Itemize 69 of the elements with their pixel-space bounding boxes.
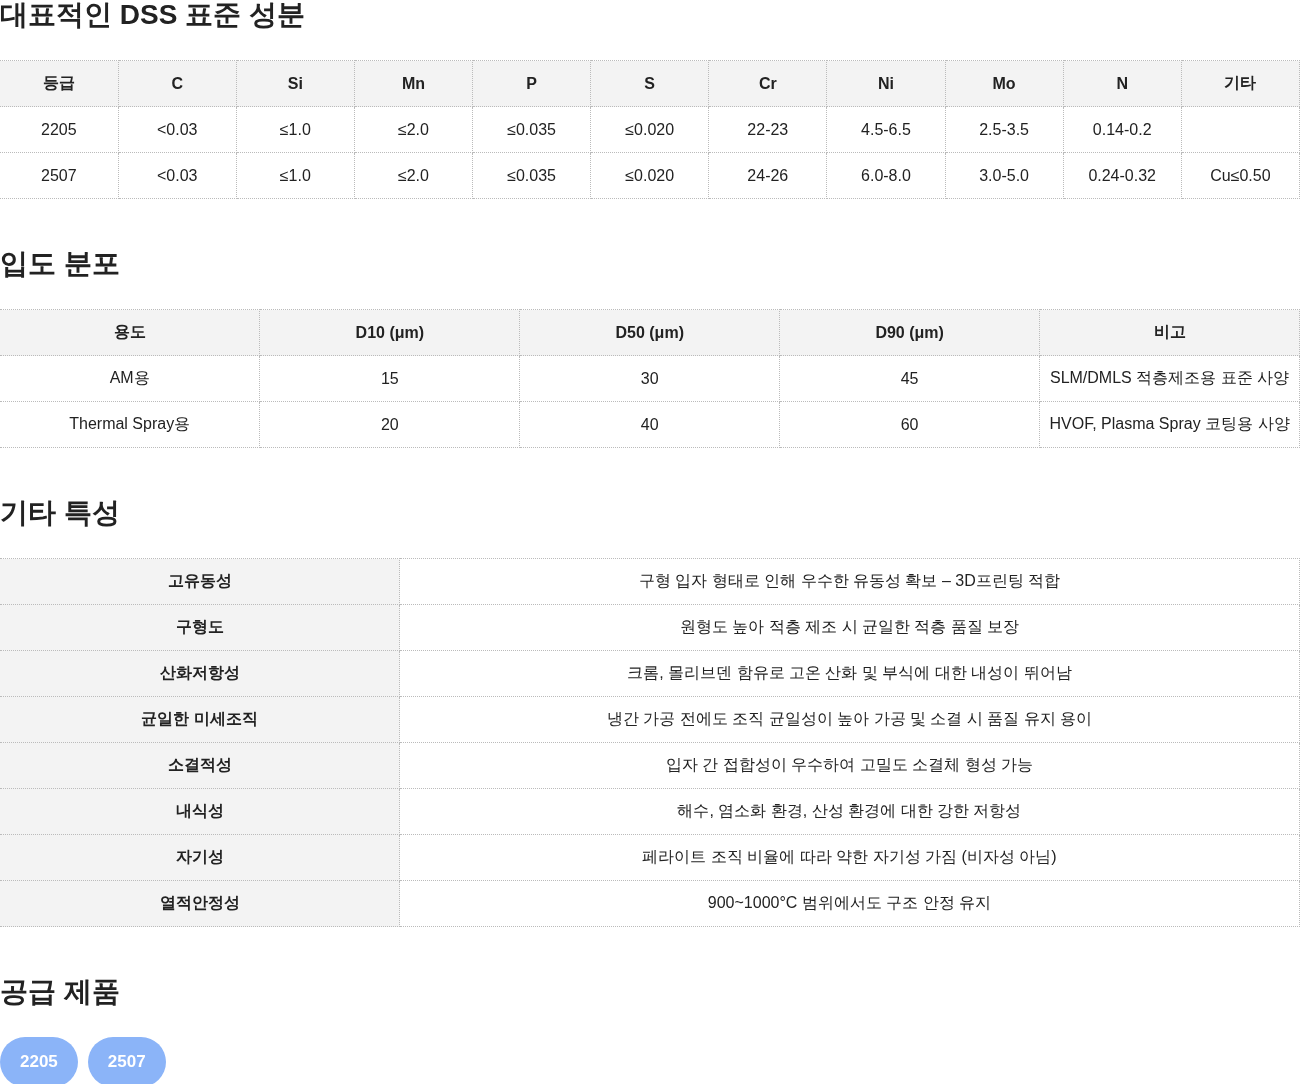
section-heading: 기타 특성 xyxy=(0,498,121,528)
table-cell: <0.03 xyxy=(118,152,237,199)
table-cell: 6.0-8.0 xyxy=(826,152,945,199)
product-tag[interactable]: 2205 xyxy=(0,1037,78,1084)
table-cell: 20 xyxy=(259,401,520,448)
column-header: Ni xyxy=(826,60,945,107)
table-cell: 40 xyxy=(519,401,780,448)
table-cell: 15 xyxy=(259,355,520,402)
table-cell: AM용 xyxy=(0,355,260,402)
table-cell: 60 xyxy=(779,401,1040,448)
column-header: Mo xyxy=(945,60,1064,107)
table-cell: 2507 xyxy=(0,152,119,199)
table-cell: Cu≤0.50 xyxy=(1181,152,1300,199)
column-header: N xyxy=(1063,60,1182,107)
table-cell: ≤0.035 xyxy=(472,152,591,199)
table-cell: 0.14-0.2 xyxy=(1063,106,1182,153)
section-heading: 입도 분포 xyxy=(0,249,121,279)
property-name: 내식성 xyxy=(0,788,400,835)
column-header: S xyxy=(590,60,709,107)
column-header: 비고 xyxy=(1039,309,1300,356)
table-cell: ≤0.020 xyxy=(590,106,709,153)
column-header: D50 (μm) xyxy=(519,309,780,356)
table-cell: 0.24-0.32 xyxy=(1063,152,1182,199)
property-value: 원형도 높아 적층 제조 시 균일한 적층 품질 보장 xyxy=(399,604,1300,651)
table-cell: ≤2.0 xyxy=(354,106,473,153)
property-name: 구형도 xyxy=(0,604,400,651)
table-cell: 4.5-6.5 xyxy=(826,106,945,153)
table-cell: HVOF, Plasma Spray 코팅용 사양 xyxy=(1039,401,1300,448)
table-cell: ≤0.020 xyxy=(590,152,709,199)
product-tag[interactable]: 2507 xyxy=(87,1037,166,1084)
property-value: 900~1000°C 범위에서도 구조 안정 유지 xyxy=(399,880,1300,927)
table-cell: 45 xyxy=(779,355,1040,402)
property-value: 입자 간 접합성이 우수하여 고밀도 소결체 형성 가능 xyxy=(399,742,1300,789)
table-cell: 3.0-5.0 xyxy=(945,152,1064,199)
property-value: 크롬, 몰리브덴 함유로 고온 산화 및 부식에 대한 내성이 뛰어남 xyxy=(399,650,1300,697)
table-cell: Thermal Spray용 xyxy=(0,401,260,448)
column-header: P xyxy=(472,60,591,107)
table-cell: 2205 xyxy=(0,106,119,153)
table-cell: SLM/DMLS 적층제조용 표준 사양 xyxy=(1039,355,1300,402)
property-name: 열적안정성 xyxy=(0,880,400,927)
property-value: 냉간 가공 전에도 조직 균일성이 높아 가공 및 소결 시 품질 유지 용이 xyxy=(399,696,1300,743)
column-header: Cr xyxy=(708,60,827,107)
property-value: 구형 입자 형태로 인해 우수한 유동성 확보 – 3D프린팅 적합 xyxy=(399,558,1300,605)
property-name: 산화저항성 xyxy=(0,650,400,697)
column-header: D90 (μm) xyxy=(779,309,1040,356)
property-name: 균일한 미세조직 xyxy=(0,696,400,743)
column-header: C xyxy=(118,60,237,107)
property-value: 해수, 염소화 환경, 산성 환경에 대한 강한 저항성 xyxy=(399,788,1300,835)
column-header: Si xyxy=(236,60,355,107)
table-cell: ≤0.035 xyxy=(472,106,591,153)
column-header: 기타 xyxy=(1181,60,1300,107)
property-name: 소결적성 xyxy=(0,742,400,789)
table-cell: 24-26 xyxy=(708,152,827,199)
table-cell: 2.5-3.5 xyxy=(945,106,1064,153)
table-cell: ≤1.0 xyxy=(236,106,355,153)
table-cell: <0.03 xyxy=(118,106,237,153)
table-cell: ≤1.0 xyxy=(236,152,355,199)
column-header: Mn xyxy=(354,60,473,107)
column-header: 용도 xyxy=(0,309,260,356)
section-heading: 대표적인 DSS 표준 성분 xyxy=(0,0,306,30)
property-name: 고유동성 xyxy=(0,558,400,605)
table-cell: ≤2.0 xyxy=(354,152,473,199)
column-header: 등급 xyxy=(0,60,119,107)
section-heading: 공급 제품 xyxy=(0,977,121,1007)
property-name: 자기성 xyxy=(0,834,400,881)
table-cell: 22-23 xyxy=(708,106,827,153)
column-header: D10 (μm) xyxy=(259,309,520,356)
table-cell: 30 xyxy=(519,355,780,402)
property-value: 페라이트 조직 비율에 따라 약한 자기성 가짐 (비자성 아님) xyxy=(399,834,1300,881)
